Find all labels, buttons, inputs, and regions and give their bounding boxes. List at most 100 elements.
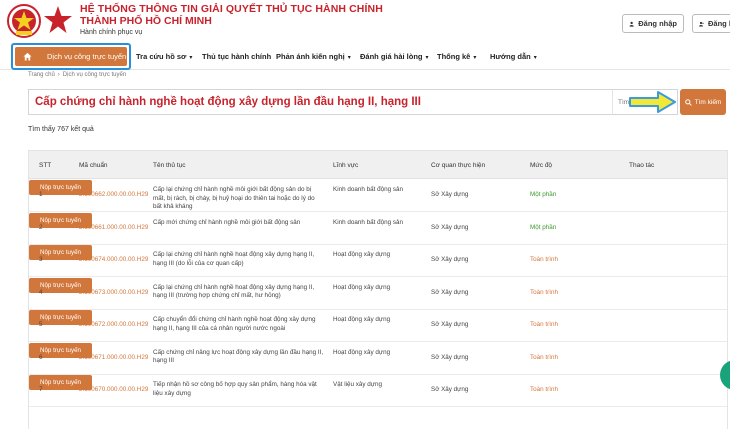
table-row: 6 2.100671.000.00.00.H29 Cấp chứng chỉ nân…	[29, 342, 727, 375]
table-row: 4 2.100673.000.00.00.H29 Cấp lại chứng chỉ…	[29, 277, 727, 310]
breadcrumb-home[interactable]: Trang chủ	[28, 72, 55, 78]
column-header-code: Mã chuẩn	[79, 162, 108, 169]
row-level: Toàn trình	[530, 386, 559, 393]
table-header: STT Mã chuẩn Tên thủ tục Lĩnh vực Cơ qua…	[29, 151, 727, 179]
breadcrumb-separator: ›	[57, 72, 60, 78]
row-code-link[interactable]: 2.100670.000.00.00.H29	[79, 386, 148, 395]
nav-item-satisfaction[interactable]: Đánh giá hài lòng ▾	[360, 52, 429, 61]
row-procedure-name[interactable]: Cấp chuyển đổi chứng chỉ hành nghề hoạt …	[153, 316, 325, 333]
row-stt: 6	[39, 353, 43, 361]
result-count: Tìm thấy 767 kết quả	[28, 126, 94, 133]
row-stt: 7	[39, 386, 43, 393]
row-stt: 5	[39, 321, 43, 328]
search-input[interactable]: Cấp chứng chỉ hành nghề hoạt động xây dự…	[28, 89, 612, 115]
row-procedure-name[interactable]: Cấp chứng chỉ nâng lực hoạt động xây dựn…	[153, 349, 325, 366]
row-stt: 1	[39, 191, 43, 198]
system-title-line1: HỆ THỐNG THÔNG TIN GIẢI QUYẾT THỦ TỤC HÀ…	[80, 3, 383, 15]
table-row: 5 2.100672.000.00.00.H29 Cấp chuyển đổi ch…	[29, 310, 727, 342]
row-field: Hoạt động xây dựng	[333, 283, 391, 291]
login-icon	[629, 21, 634, 27]
chevron-down-icon: ▾	[347, 55, 351, 61]
row-code-link[interactable]: 2.100671.000.00.00.H29	[79, 354, 148, 363]
row-agency: Sở Xây dựng	[431, 191, 469, 198]
row-field: Hoạt động xây dựng	[333, 348, 391, 356]
row-field: Hoạt động xây dựng	[333, 316, 391, 323]
login-label: Đăng nhập	[638, 19, 677, 28]
row-agency: Sở Xây dựng	[431, 353, 469, 361]
nav-item-label: Thủ tục hành chính	[202, 52, 272, 61]
search-button[interactable]: Tìm kiếm	[680, 89, 726, 115]
row-level: Toàn trình	[530, 256, 559, 263]
row-procedure-name[interactable]: Cấp mới chứng chỉ hành nghề môi giới bất…	[153, 219, 325, 228]
row-level: Toàn trình	[530, 353, 559, 361]
row-level: Toàn trình	[530, 321, 559, 328]
row-stt: 2	[39, 223, 43, 231]
row-code-link[interactable]: 2.100672.000.00.00.H29	[79, 321, 148, 330]
nav-item-label: Phản ánh kiến nghị	[276, 52, 345, 61]
row-code-link[interactable]: 2.100674.000.00.00.H29	[79, 256, 148, 265]
row-agency: Sở Xây dựng	[431, 386, 469, 393]
nav-item-label: Thống kê	[437, 52, 471, 61]
row-agency: Sở Xây dựng	[431, 288, 469, 296]
breadcrumb-current[interactable]: Dịch vụ công trực tuyến	[63, 72, 126, 78]
register-button[interactable]: Đăng k	[692, 14, 730, 33]
row-code-link[interactable]: 2.100662.000.00.00.H29	[79, 191, 148, 200]
chevron-down-icon: ▾	[533, 55, 537, 61]
home-icon	[19, 47, 35, 66]
site-header: HỆ THỐNG THÔNG TIN GIẢI QUYẾT THỦ TỤC HÀ…	[0, 0, 730, 40]
row-procedure-name[interactable]: Tiếp nhận hồ sơ công bố hợp quy sản phẩm…	[153, 381, 325, 398]
row-stt: 4	[39, 288, 43, 296]
column-header-action: Thao tác	[629, 162, 655, 169]
search-icon	[684, 98, 692, 106]
column-header-stt: STT	[39, 162, 52, 169]
city-emblem-icon[interactable]	[6, 3, 42, 39]
main-nav: Dịch vụ công trực tuyến Tra cứu hồ sơ ▾ T…	[0, 42, 730, 70]
column-header-level: Mức độ	[530, 162, 553, 169]
register-icon	[699, 21, 704, 26]
table-row: 3 2.100674.000.00.00.H29 Cấp lại chứng chỉ…	[29, 245, 727, 277]
row-code-link[interactable]: 2.100673.000.00.00.H29	[79, 289, 148, 298]
nav-item-lookup-records[interactable]: Tra cứu hồ sơ ▾	[136, 52, 192, 61]
row-field: Hoạt động xây dựng	[333, 251, 391, 258]
login-button[interactable]: Đăng nhập	[622, 14, 684, 33]
row-field: Kinh doanh bất động sản	[333, 186, 404, 193]
row-stt: 3	[39, 256, 43, 263]
column-header-field: Lĩnh vực	[333, 162, 359, 169]
row-procedure-name[interactable]: Cấp lại chứng chỉ hành nghề môi giới bất…	[153, 186, 325, 212]
row-procedure-name[interactable]: Cấp lại chứng chỉ hành nghề hoạt động xâ…	[153, 284, 325, 301]
nav-item-online-services[interactable]: Dịch vụ công trực tuyến	[11, 43, 131, 70]
system-subtitle: Hành chính phục vụ	[80, 29, 143, 36]
search-button-label: Tìm kiếm	[694, 98, 722, 106]
nav-item-statistics[interactable]: Thống kê ▾	[437, 52, 476, 61]
nav-item-feedback[interactable]: Phản ánh kiến nghị ▾	[276, 52, 351, 61]
table-row: 1 2.100662.000.00.00.H29 Cấp lại chứng chỉ…	[29, 180, 727, 212]
column-header-name: Tên thủ tục	[153, 162, 186, 169]
row-agency: Sở Xây dựng	[431, 256, 469, 263]
nav-item-guide[interactable]: Hướng dẫn ▾	[490, 52, 537, 61]
row-level: Một phần	[530, 223, 557, 231]
nav-item-label: Tra cứu hồ sơ	[136, 52, 187, 61]
row-agency: Sở Xây dựng	[431, 223, 469, 231]
table-row: 7 2.100670.000.00.00.H29 Tiếp nhận hồ sơ c…	[29, 375, 727, 407]
breadcrumb: Trang chủ › Dịch vụ công trực tuyến	[28, 72, 126, 78]
system-title-line2: THÀNH PHỐ HỒ CHÍ MINH	[80, 15, 212, 27]
procedures-table: STT Mã chuẩn Tên thủ tục Lĩnh vực Cơ qua…	[28, 150, 728, 429]
nav-item-label: Đánh giá hài lòng	[360, 52, 423, 61]
nav-item-label: Hướng dẫn	[490, 52, 531, 61]
pointer-arrow-icon	[629, 91, 676, 113]
city-star-emblem-icon	[44, 6, 72, 33]
table-row: 2 2.100661.000.00.00.H29 Cấp mới chứng chỉ…	[29, 212, 727, 245]
row-code-link[interactable]: 2.100661.000.00.00.H29	[79, 224, 148, 233]
column-header-agency: Cơ quan thực hiện	[431, 162, 486, 169]
row-agency: Sở Xây dựng	[431, 321, 469, 328]
nav-item-procedures[interactable]: Thủ tục hành chính	[202, 52, 271, 61]
row-level: Toàn trình	[530, 288, 559, 296]
chevron-down-icon: ▾	[473, 55, 477, 61]
row-field: Kinh doanh bất động sản	[333, 218, 404, 226]
row-procedure-name[interactable]: Cấp lại chứng chỉ hành nghề hoạt động xâ…	[153, 251, 325, 268]
row-level: Một phần	[530, 191, 557, 198]
chevron-down-icon: ▾	[189, 55, 193, 61]
search-value: Cấp chứng chỉ hành nghề hoạt động xây dự…	[35, 96, 421, 108]
register-label: Đăng k	[707, 19, 730, 28]
chevron-down-icon: ▾	[425, 55, 429, 61]
